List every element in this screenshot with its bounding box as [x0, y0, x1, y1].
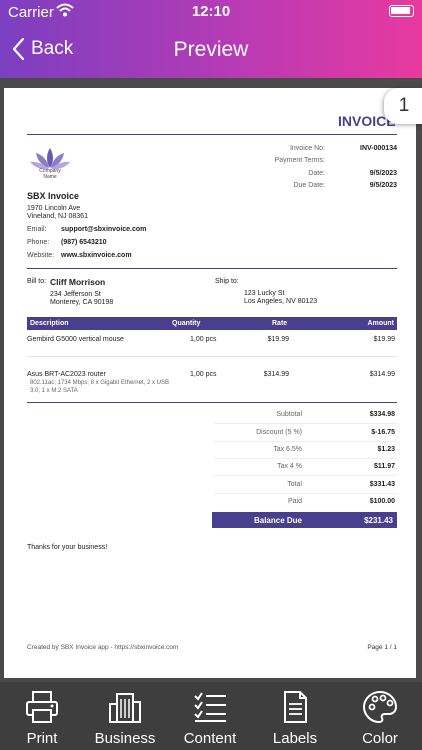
thanks-note: Thanks for your business!: [27, 544, 108, 551]
divider: [27, 268, 397, 269]
company-email: support@sbxinvoice.com: [61, 226, 147, 233]
row-divider: [27, 356, 397, 357]
item-amount: $19.99: [373, 336, 395, 343]
printer-icon: [26, 691, 58, 723]
company-name: SBX Invoice: [27, 191, 80, 201]
business-button[interactable]: Business: [83, 690, 167, 747]
content-button[interactable]: Content: [168, 690, 252, 747]
labels-button[interactable]: Labels: [253, 690, 337, 747]
tax-value: $1.23: [377, 446, 395, 453]
summary-divider: [214, 493, 397, 494]
business-label: Business: [94, 730, 156, 747]
page-title: Preview: [173, 38, 249, 61]
summary-divider: [214, 458, 397, 459]
item-amount: $314.99: [369, 371, 395, 378]
paid-value: $100.00: [369, 498, 395, 505]
battery-icon: [389, 5, 414, 17]
website-label: Website:: [27, 252, 55, 259]
summary-divider: [214, 423, 397, 424]
discount-label: Discount (5 %): [256, 429, 302, 436]
subtotal-label: Subtotal: [276, 411, 302, 418]
item-rate: $19.99: [267, 336, 289, 343]
checklist-icon: [194, 692, 226, 722]
bill-to-address-line: Monterey, CA 90198: [50, 299, 114, 306]
balance-due-value: $231.43: [364, 516, 393, 525]
invoice-number: INV-000134: [360, 145, 397, 152]
total-value: $331.43: [369, 481, 395, 488]
tax-label: Tax 4 %: [277, 463, 302, 470]
column-header-quantity: Quantity: [172, 320, 201, 327]
print-button[interactable]: Print: [0, 690, 84, 747]
meta-label: Date:: [308, 170, 325, 177]
ship-to-label: Ship to:: [215, 278, 239, 285]
column-header-rate: Rate: [272, 320, 288, 327]
item-description: Gembird G5000 vertical mouse: [27, 336, 124, 343]
content-label: Content: [183, 730, 237, 747]
logo-text: Company Name: [39, 168, 61, 180]
divider: [27, 402, 397, 403]
footer-page-number: Page 1 / 1: [367, 644, 397, 651]
column-header-amount: Amount: [367, 320, 394, 327]
company-website: www.sbxinvoice.com: [61, 252, 132, 259]
footer-credit: Created by SBX Invoice app - https://sbx…: [27, 644, 179, 651]
total-label: Total: [287, 481, 302, 488]
tax-value: $11.97: [373, 463, 395, 470]
invoice-preview[interactable]: INVOICE Company Name Invoice No: INV-000…: [4, 88, 416, 678]
bill-to-label: Bill to:: [27, 278, 47, 285]
nav-bar: Back Preview: [0, 24, 422, 78]
discount-value: $-16.75: [371, 429, 395, 436]
balance-due-label: Balance Due: [253, 516, 302, 525]
item-rate: $314.99: [263, 371, 289, 378]
document-icon: [284, 691, 307, 723]
bill-to-name: Cliff Morrison: [50, 277, 106, 287]
item-details: 802.11ac; 1734 Mbps; 8 x Gigabit Etherne…: [30, 380, 169, 394]
meta-label: Payment Terms:: [274, 157, 325, 164]
items-table-header: Description Quantity Rate Amount: [27, 317, 397, 330]
balance-due-bar: Balance Due $231.43: [212, 512, 397, 528]
page-indicator-badge: 1: [384, 88, 422, 124]
clock: 12:10: [191, 3, 231, 20]
ship-to-address-line: Los Angeles, NV 80123: [244, 298, 318, 305]
phone-label: Phone:: [27, 239, 50, 246]
item-quantity: 1,00 pcs: [190, 371, 217, 378]
company-address-line: 1970 Lincoln Ave: [27, 205, 81, 212]
divider: [27, 134, 397, 135]
color-label: Color: [362, 730, 398, 747]
tax-label: Tax 6.5%: [273, 446, 302, 453]
print-label: Print: [26, 730, 58, 747]
company-phone: (987) 6543210: [61, 239, 107, 246]
ship-to-address-line: 123 Lucky St: [244, 290, 285, 297]
invoice-date: 9/5/2023: [369, 170, 397, 177]
labels-label: Labels: [272, 730, 318, 747]
company-address-line: Vineland, NJ 08361: [27, 213, 88, 220]
subtotal-value: $334.98: [369, 411, 395, 418]
summary-divider: [214, 441, 397, 442]
item-quantity: 1,00 pcs: [190, 336, 217, 343]
bottom-toolbar: Print Business Content Labels Color: [0, 682, 422, 750]
item-description: Asus BRT-AC2023 router: [27, 371, 106, 378]
palette-icon: [362, 690, 398, 724]
due-date: 9/5/2023: [369, 182, 397, 189]
meta-label: Invoice No:: [289, 145, 325, 152]
summary-divider: [214, 475, 397, 476]
bill-to-address-line: 234 Jefferson St: [50, 291, 101, 298]
building-icon: [109, 693, 141, 723]
color-button[interactable]: Color: [338, 690, 422, 747]
email-label: Email:: [27, 226, 47, 233]
column-header-description: Description: [30, 320, 69, 327]
paid-label: Paid: [287, 498, 302, 505]
status-bar: Carrier 12:10: [0, 0, 422, 24]
meta-label: Due Date:: [293, 182, 325, 189]
